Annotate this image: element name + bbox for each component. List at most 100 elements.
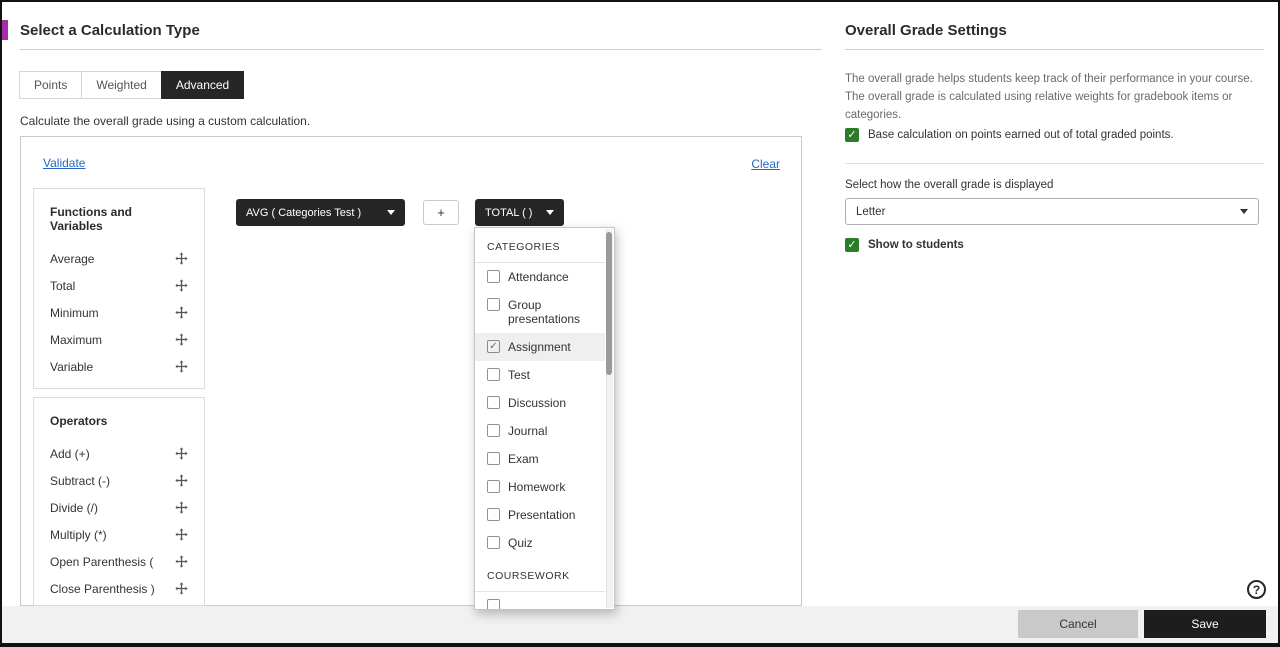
category-option-label: Attendance xyxy=(508,270,569,284)
scrollbar-track[interactable] xyxy=(606,229,613,608)
move-icon[interactable] xyxy=(175,279,188,292)
category-option-label: Assignment xyxy=(508,340,571,354)
category-option-label: Group presentations xyxy=(508,298,581,326)
move-icon[interactable] xyxy=(175,333,188,346)
functions-list: Average Total Minimum Maximum Variable xyxy=(50,245,188,380)
formula-chip-label: + xyxy=(437,205,445,220)
category-option[interactable]: Homework xyxy=(475,473,605,501)
move-icon[interactable] xyxy=(175,555,188,568)
category-option[interactable]: Attendance xyxy=(475,263,605,291)
move-icon[interactable] xyxy=(175,306,188,319)
draggable-item-label: Multiply (*) xyxy=(50,527,107,542)
draggable-item-label: Variable xyxy=(50,359,94,374)
category-option[interactable]: Test xyxy=(475,361,605,389)
settings-title: Overall Grade Settings xyxy=(845,22,1007,39)
category-option-label: Test xyxy=(508,368,531,382)
checkbox-icon[interactable] xyxy=(487,508,500,521)
draggable-item-label: Add (+) xyxy=(50,446,90,461)
scrollbar-thumb[interactable] xyxy=(606,232,612,375)
category-option-label: Homework xyxy=(508,480,566,494)
base-calculation-checkbox[interactable]: ✓ Base calculation on points earned out … xyxy=(845,128,1265,143)
draggable-item[interactable]: Minimum xyxy=(50,299,188,326)
categories-dropdown: CATEGORIES Attendance Group presentations ✓… xyxy=(474,227,615,610)
settings-description: The overall grade helps students keep tr… xyxy=(845,73,1253,121)
checkbox-icon[interactable]: ✓ xyxy=(487,340,500,353)
grade-display-select[interactable]: Letter xyxy=(845,198,1259,225)
operators-card-title: Operators xyxy=(50,414,108,428)
category-option[interactable] xyxy=(475,592,605,609)
category-option[interactable]: Journal xyxy=(475,417,605,445)
formula-chip-label: TOTAL ( ) xyxy=(485,206,533,219)
checkbox-icon[interactable] xyxy=(487,298,500,311)
divider xyxy=(845,163,1264,164)
category-option-label: Quiz xyxy=(508,536,533,550)
draggable-item[interactable]: Add (+) xyxy=(50,440,188,467)
tab-weighted[interactable]: Weighted xyxy=(81,71,162,99)
formula-chip-total[interactable]: TOTAL ( ) xyxy=(475,199,564,226)
divider xyxy=(845,49,1264,50)
dropdown-section-header: COURSEWORK xyxy=(475,557,605,592)
checkbox-icon[interactable] xyxy=(487,452,500,465)
dropdown-section-header: CATEGORIES xyxy=(475,228,605,263)
checkbox-icon[interactable] xyxy=(487,599,500,609)
checkbox-checked-icon[interactable]: ✓ xyxy=(845,128,859,142)
calc-description: Calculate the overall grade using a cust… xyxy=(20,114,311,128)
move-icon[interactable] xyxy=(175,501,188,514)
chevron-down-icon xyxy=(1240,209,1248,214)
checkbox-icon[interactable] xyxy=(487,368,500,381)
draggable-item[interactable]: Divide (/) xyxy=(50,494,188,521)
grade-display-label: Select how the overall grade is displaye… xyxy=(845,179,1054,191)
category-option[interactable]: Presentation xyxy=(475,501,605,529)
calculation-panel: Validate Clear Functions and Variables A… xyxy=(20,136,802,606)
validate-link[interactable]: Validate xyxy=(43,156,85,170)
category-option[interactable]: Discussion xyxy=(475,389,605,417)
help-icon[interactable]: ? xyxy=(1247,580,1266,599)
functions-card: Functions and Variables Average Total Mini… xyxy=(33,188,205,389)
tab-advanced[interactable]: Advanced xyxy=(160,71,245,99)
draggable-item[interactable]: Total xyxy=(50,272,188,299)
cancel-button[interactable]: Cancel xyxy=(1018,610,1138,638)
operators-card: Operators Add (+) Subtract (-) Divide (/) M… xyxy=(33,397,205,606)
category-option[interactable]: Group presentations xyxy=(475,291,605,333)
draggable-item[interactable]: Subtract (-) xyxy=(50,467,188,494)
move-icon[interactable] xyxy=(175,474,188,487)
category-option-label: Presentation xyxy=(508,508,576,522)
functions-card-title: Functions and Variables xyxy=(50,205,132,233)
checkbox-checked-icon[interactable]: ✓ xyxy=(845,238,859,252)
move-icon[interactable] xyxy=(175,528,188,541)
checkbox-icon[interactable] xyxy=(487,270,500,283)
move-icon[interactable] xyxy=(175,252,188,265)
clear-link[interactable]: Clear xyxy=(751,157,780,171)
calc-type-tabs: Points Weighted Advanced xyxy=(19,71,245,99)
draggable-item-label: Open Parenthesis ( xyxy=(50,554,154,569)
show-to-students-checkbox[interactable]: ✓ Show to students xyxy=(845,238,1265,253)
save-button[interactable]: Save xyxy=(1144,610,1266,638)
checkbox-icon[interactable] xyxy=(487,424,500,437)
formula-chip-avg[interactable]: AVG ( Categories Test ) xyxy=(236,199,405,226)
move-icon[interactable] xyxy=(175,582,188,595)
formula-chip-plus[interactable]: + xyxy=(423,200,459,225)
category-option-label: Discussion xyxy=(508,396,567,410)
draggable-item[interactable]: Open Parenthesis ( xyxy=(50,548,188,575)
draggable-item[interactable]: Close Parenthesis ) xyxy=(50,575,188,602)
draggable-item[interactable]: Variable xyxy=(50,353,188,380)
divider xyxy=(20,49,822,50)
draggable-item[interactable]: Average xyxy=(50,245,188,272)
category-option[interactable]: Quiz xyxy=(475,529,605,557)
category-option[interactable]: Exam xyxy=(475,445,605,473)
formula-chip-label: AVG ( Categories Test ) xyxy=(246,206,362,219)
draggable-item[interactable]: Maximum xyxy=(50,326,188,353)
tab-points[interactable]: Points xyxy=(19,71,83,99)
checkbox-icon[interactable] xyxy=(487,480,500,493)
draggable-item[interactable]: Multiply (*) xyxy=(50,521,188,548)
show-to-students-label: Show to students xyxy=(868,239,964,251)
category-option[interactable]: ✓ Assignment xyxy=(475,333,605,361)
move-icon[interactable] xyxy=(175,447,188,460)
checkbox-icon[interactable] xyxy=(487,396,500,409)
draggable-item-label: Total xyxy=(50,278,76,293)
category-option-label: Journal xyxy=(508,424,548,438)
checkbox-icon[interactable] xyxy=(487,536,500,549)
chevron-down-icon xyxy=(387,210,395,215)
move-icon[interactable] xyxy=(175,360,188,373)
accent-bar xyxy=(2,20,8,40)
